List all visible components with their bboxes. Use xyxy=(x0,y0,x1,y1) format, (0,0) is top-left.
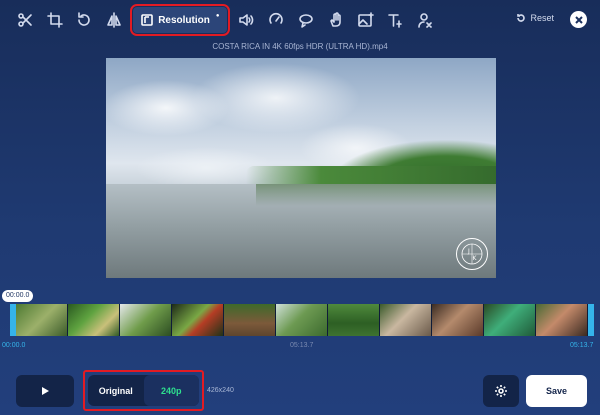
video-reflection xyxy=(256,184,496,206)
save-button[interactable]: Save xyxy=(526,375,587,407)
reset-button[interactable]: Reset xyxy=(516,13,554,23)
person-remove-icon[interactable] xyxy=(410,6,440,34)
video-treeline xyxy=(246,166,496,184)
timeline-thumbnail xyxy=(380,304,432,336)
reset-icon xyxy=(517,14,526,22)
flip-icon[interactable] xyxy=(99,6,129,34)
resolution-tool-label: Resolution xyxy=(158,14,210,26)
reset-label: Reset xyxy=(530,13,554,23)
current-time-indicator[interactable]: 00:00.0 xyxy=(2,290,34,302)
close-button[interactable] xyxy=(570,11,587,28)
svg-text:K: K xyxy=(473,255,478,262)
resolution-selector: Original 240p xyxy=(83,370,204,411)
timeline-thumbnail xyxy=(484,304,536,336)
timeline-thumbnail xyxy=(328,304,380,336)
trim-handle-right[interactable] xyxy=(588,304,594,336)
timeline-thumbnail xyxy=(432,304,484,336)
timeline-end-time: 05:13.7 xyxy=(570,342,594,349)
video-preview[interactable]: J K xyxy=(106,58,496,278)
timeline-thumbnail xyxy=(172,304,224,336)
rotate-icon[interactable] xyxy=(70,6,100,34)
resolution-option-240p[interactable]: 240p xyxy=(143,375,199,406)
close-icon xyxy=(574,15,583,24)
play-icon xyxy=(42,387,49,395)
timeline-thumbnail xyxy=(68,304,120,336)
timeline-thumbnail xyxy=(16,304,68,336)
resolution-tool-button[interactable]: Resolution ● xyxy=(130,4,231,36)
speed-icon[interactable] xyxy=(261,6,291,34)
loop-icon[interactable] xyxy=(291,6,321,34)
jk-logo-icon: J K xyxy=(456,238,488,270)
timeline-thumbnail xyxy=(120,304,172,336)
active-dot-icon: ● xyxy=(215,13,220,19)
text-icon[interactable] xyxy=(380,6,410,34)
svg-text:J: J xyxy=(467,248,470,255)
timeline-thumbnail xyxy=(536,304,588,336)
image-plus-icon[interactable] xyxy=(351,6,381,34)
volume-icon[interactable] xyxy=(231,6,261,34)
timeline-strip[interactable] xyxy=(10,304,594,336)
toolbar: Resolution ● xyxy=(10,4,440,36)
timeline-thumbnail xyxy=(276,304,328,336)
output-dimensions: 426x240 xyxy=(207,387,234,394)
hand-icon[interactable] xyxy=(321,6,351,34)
settings-button[interactable] xyxy=(483,375,519,407)
video-filename: COSTA RICA IN 4K 60fps HDR (ULTRA HD).mp… xyxy=(212,42,388,51)
gear-icon xyxy=(495,385,507,397)
crop-icon[interactable] xyxy=(40,6,70,34)
resolution-icon xyxy=(141,14,153,26)
timeline-middle-time: 05:13.7 xyxy=(290,342,314,349)
timeline-start-time: 00:00.0 xyxy=(2,342,26,349)
play-button[interactable] xyxy=(16,375,74,407)
scissors-icon[interactable] xyxy=(10,6,40,34)
resolution-option-original[interactable]: Original xyxy=(88,375,144,406)
timeline-thumbnail xyxy=(224,304,276,336)
